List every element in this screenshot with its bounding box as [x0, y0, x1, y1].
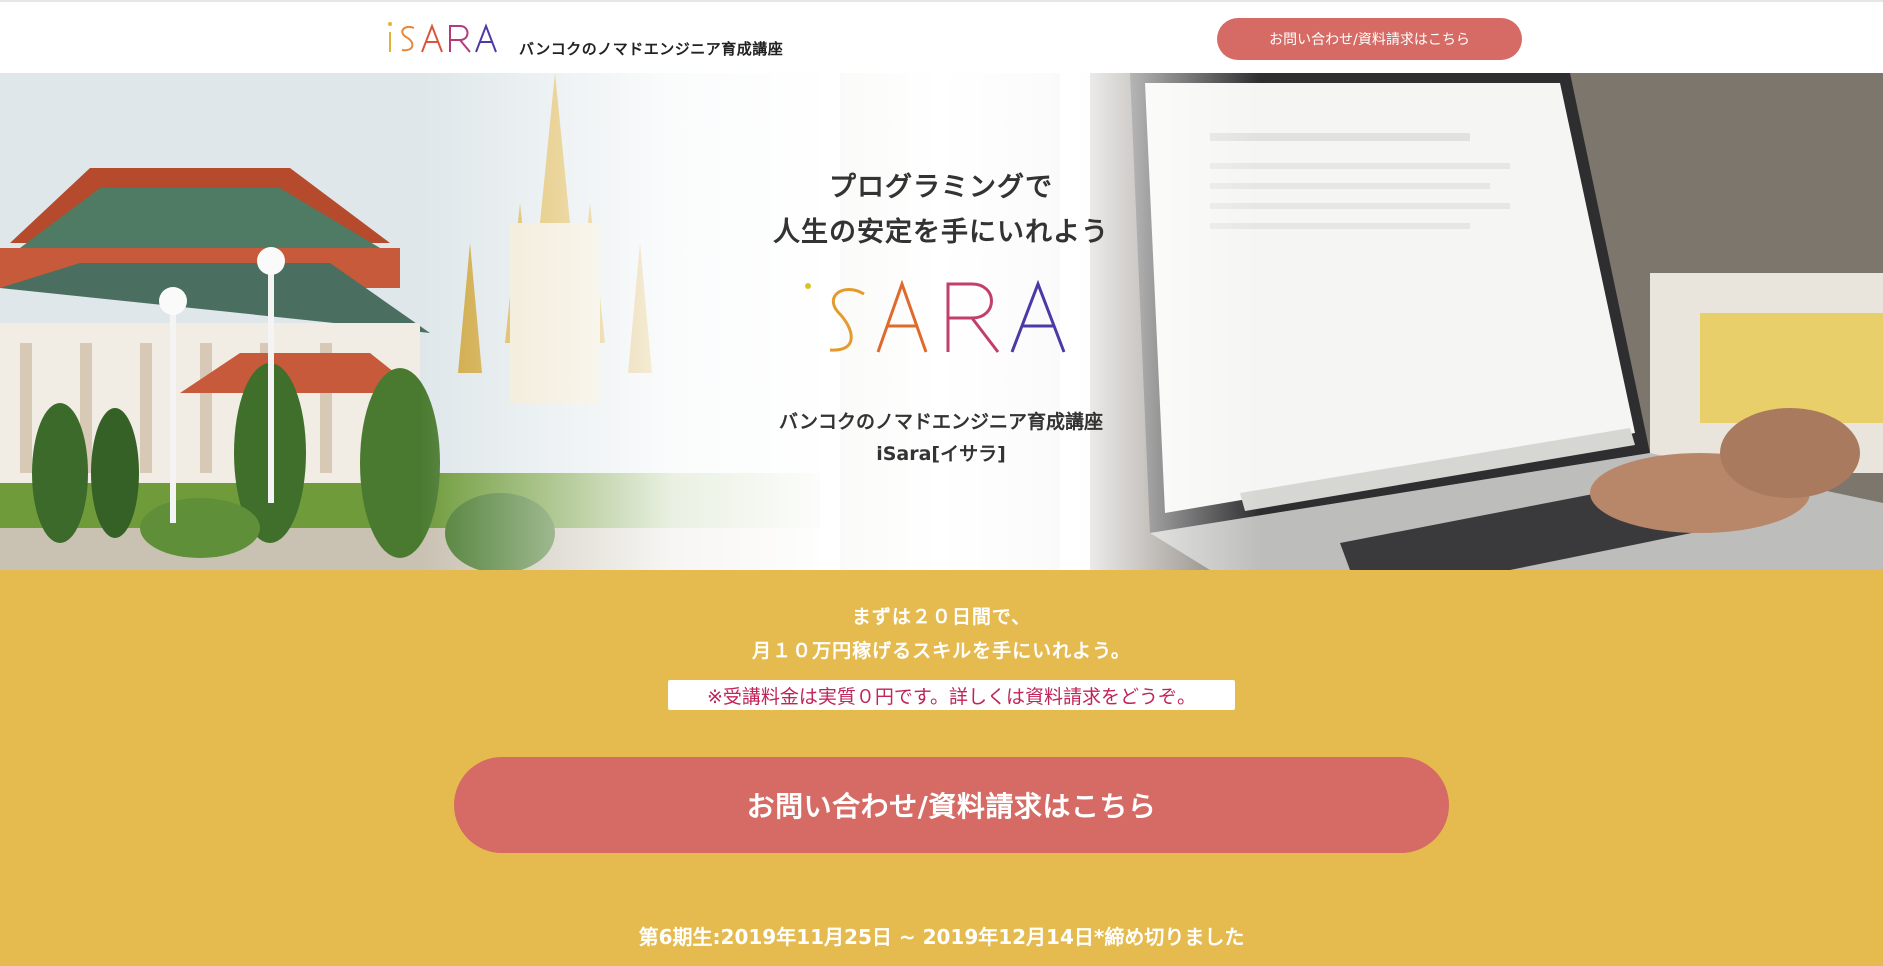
- hero-headline-line2: 人生の安定を手にいれよう: [773, 217, 1109, 248]
- hero-section: プログラミングで 人生の安定を手にいれよう バンコクのノマドエンジニア育成講座 …: [0, 73, 1883, 570]
- offer-section: まずは２０日間で、 月１０万円稼げるスキルを手にいれよう。 ※受講料金は実質０円…: [0, 570, 1883, 966]
- hero-subtitle-line2: iSara[イサラ]: [876, 443, 1006, 465]
- cohort-term-text: 第6期生:2019年11月25日 ~ 2019年12月14日*締め切りました: [638, 925, 1245, 949]
- offer-line1: まずは２０日間で、: [851, 606, 1032, 628]
- hero-content: プログラミングで 人生の安定を手にいれよう バンコクのノマドエンジニア育成講座 …: [641, 73, 1241, 570]
- isara-logo-icon: [388, 22, 497, 53]
- hero-subtitle: バンコクのノマドエンジニア育成講座 iSara[イサラ]: [641, 406, 1241, 470]
- hero-logo: [802, 278, 1082, 362]
- hero-subtitle-line1: バンコクのノマドエンジニア育成講座: [779, 411, 1103, 433]
- hero-headline: プログラミングで 人生の安定を手にいれよう: [641, 165, 1241, 255]
- header-logo[interactable]: [386, 16, 506, 60]
- offer-message: まずは２０日間で、 月１０万円稼げるスキルを手にいれよう。: [0, 600, 1883, 668]
- tuition-notice: ※受講料金は実質０円です。詳しくは資料請求をどうぞ。: [668, 680, 1235, 710]
- header-contact-button[interactable]: お問い合わせ/資料請求はこちら: [1217, 18, 1522, 60]
- header-tagline: バンコクのノマドエンジニア育成講座: [519, 40, 784, 58]
- hero-headline-line1: プログラミングで: [829, 172, 1053, 203]
- site-header: バンコクのノマドエンジニア育成講座 お問い合わせ/資料請求はこちら: [0, 0, 1883, 73]
- isara-large-logo-icon: [805, 279, 1066, 353]
- main-contact-button[interactable]: お問い合わせ/資料請求はこちら: [454, 757, 1449, 853]
- offer-line2: 月１０万円稼げるスキルを手にいれよう。: [752, 640, 1131, 662]
